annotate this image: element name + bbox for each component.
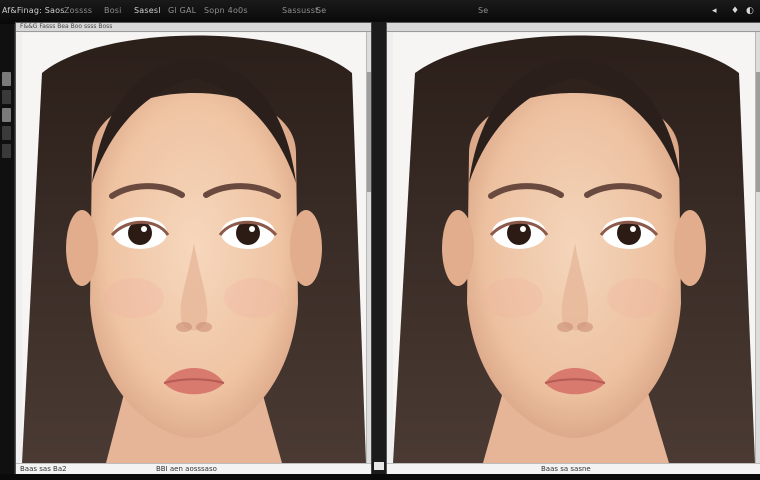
portrait-image-left [22,33,366,463]
menu-item-4[interactable]: Sasesl [134,6,161,15]
arrow-left-icon[interactable]: ◂ [712,6,717,16]
menu-bar: Af&Finag: Saos Zossss Bosi Sasesl Gl GAL… [0,0,760,24]
zoom-tool-icon[interactable] [2,144,11,158]
bottom-strip [0,474,760,480]
portrait-image-right [393,33,755,463]
scrollbar-thumb-right[interactable] [756,72,760,192]
brush-tool-icon[interactable] [2,108,11,122]
photo-editor-app: Af&Finag: Saos Zossss Bosi Sasesl Gl GAL… [0,0,760,480]
menu-item-6[interactable]: Sopn 4o0s [204,6,248,15]
select-tool-icon[interactable] [2,90,11,104]
menu-item-1[interactable]: Af&Finag: Saos [2,6,65,15]
tool-strip [0,24,15,474]
menu-item-3[interactable]: Bosi [104,6,122,15]
portrait-canvas-left[interactable] [22,33,366,463]
contrast-icon[interactable]: ◐ [746,6,754,16]
menu-item-7[interactable]: Sassusst [282,6,318,15]
diamond-icon[interactable]: ♦ [731,6,739,16]
document-window-left[interactable]: F&&G Fasss Bea Boo ssss Boss Baas sas Ba… [15,22,373,476]
menu-item-5[interactable]: Gl GAL [168,6,196,15]
document-title-left: F&&G Fasss Bea Boo ssss Boss [16,23,372,32]
move-tool-icon[interactable] [2,72,11,86]
gutter-handle-icon[interactable] [374,462,384,470]
portrait-canvas-right[interactable] [393,33,755,463]
menu-item-8[interactable]: Se [316,6,326,15]
document-title-right [387,23,760,32]
document-window-right[interactable]: Baas sa sasne [386,22,760,476]
menu-item-2[interactable]: Zossss [64,6,92,15]
vertical-scrollbar-right[interactable] [755,32,760,463]
eraser-tool-icon[interactable] [2,126,11,140]
menu-item-9[interactable]: Se [478,6,488,15]
